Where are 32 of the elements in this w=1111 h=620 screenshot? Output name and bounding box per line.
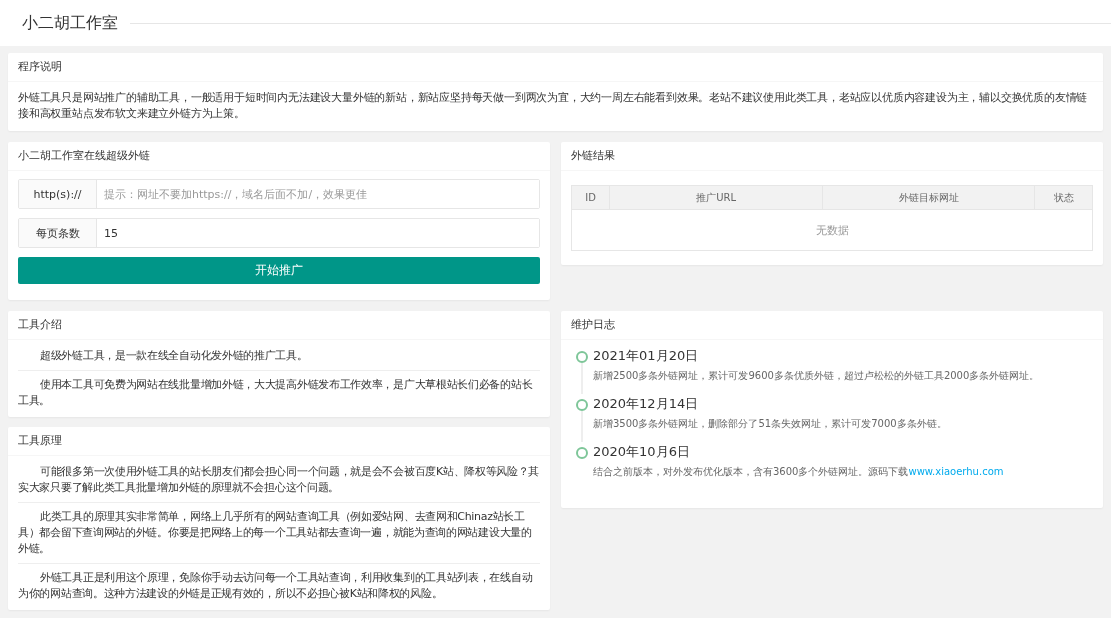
timeline-dot-icon [576, 447, 588, 459]
input-field[interactable]: 每页条数 15 [18, 218, 540, 248]
column-header: 推广URL [609, 185, 823, 210]
log-text: 新增2500多条外链网址，累计可发9600多条优质外链，超过卢松松的外链工具2000多条外链网址。 [593, 369, 1041, 383]
card-title: 工具原理 [8, 427, 550, 456]
column-header: 外链目标网址 [822, 185, 1035, 210]
timeline-dot-icon [576, 399, 588, 411]
paragraph: 可能很多第一次使用外链工具的站长朋友们都会担心同一个问题，就是会不会被百度K站、降权等风险？其实大家只要了解此类工具批量增加外链的原理就不会担心这个问题。 [18, 464, 540, 496]
field-label: 每页条数 [19, 219, 97, 247]
log-text: 新增3500多条外链网址，删除部分了51条失效网址，累计可发7000多条外链。 [593, 417, 948, 431]
paragraph: 外链工具正是利用这个原理，免除你手动去访问每一个工具站查询，利用收集到的工具站列表，在线自动为你的网站查询。这种方法建设的外链是正规有效的，所以不必担心被K站和降权的风险。 [18, 563, 540, 608]
paragraph: 超级外链工具，是一款在线全自动化发外链的推广工具。 [39, 348, 309, 364]
empty-message: 无数据 [571, 209, 1093, 251]
field-label: http(s):// [19, 180, 97, 208]
card-title: 程序说明 [8, 53, 1103, 82]
paragraph: 使用本工具可免费为网站在线批量增加外链，大大提高外链发布工作效率，是广大草根站长们必备的站长工具。 [18, 370, 540, 415]
log-text: 结合之前版本，对外发布优化版本，含有3600多个外链网址。源码下载www.xiaoerhu.com [593, 465, 1005, 479]
paragraph: 此类工具的原理其实非常简单，网络上几乎所有的网站查询工具（例如爱站网、去查网和Chinaz站长工具）都会留下查询网站的外链。你要是把网络上的每一个工具站都去查询一遍，就能为查询的网站建设大量的外链。 [18, 502, 540, 563]
column-header: ID [571, 185, 610, 210]
site-title: 小二胡工作室 [22, 12, 118, 34]
column-header: 状态 [1034, 185, 1093, 210]
notice-text: 外链工具只是网站推广的辅助工具，一般适用于短时间内无法建设大量外链的新站，新站应坚持每天做一到两次为宜，大约一周左右能看到效果。老站不建议使用此类工具，老站应以优质内容建设为主，辅以交换优质的友情链接和高权重站点发布软文来建立外链方为上策。 [18, 90, 1089, 122]
card-title: 维护日志 [561, 311, 1103, 340]
input-field[interactable]: http(s):// 提示：网址不要加https://，域名后面不加/，效果更佳 [18, 179, 540, 209]
log-date: 2020年10月6日 [593, 443, 691, 461]
card-title: 工具介绍 [8, 311, 550, 340]
log-date: 2021年01月20日 [593, 347, 700, 365]
card-title: 小二胡工作室在线超级外链 [8, 142, 550, 171]
start-button[interactable]: 开始推广 [18, 257, 540, 284]
timeline-dot-icon [576, 351, 588, 363]
log-date: 2020年12月14日 [593, 395, 700, 413]
card-title: 外链结果 [561, 142, 1103, 171]
